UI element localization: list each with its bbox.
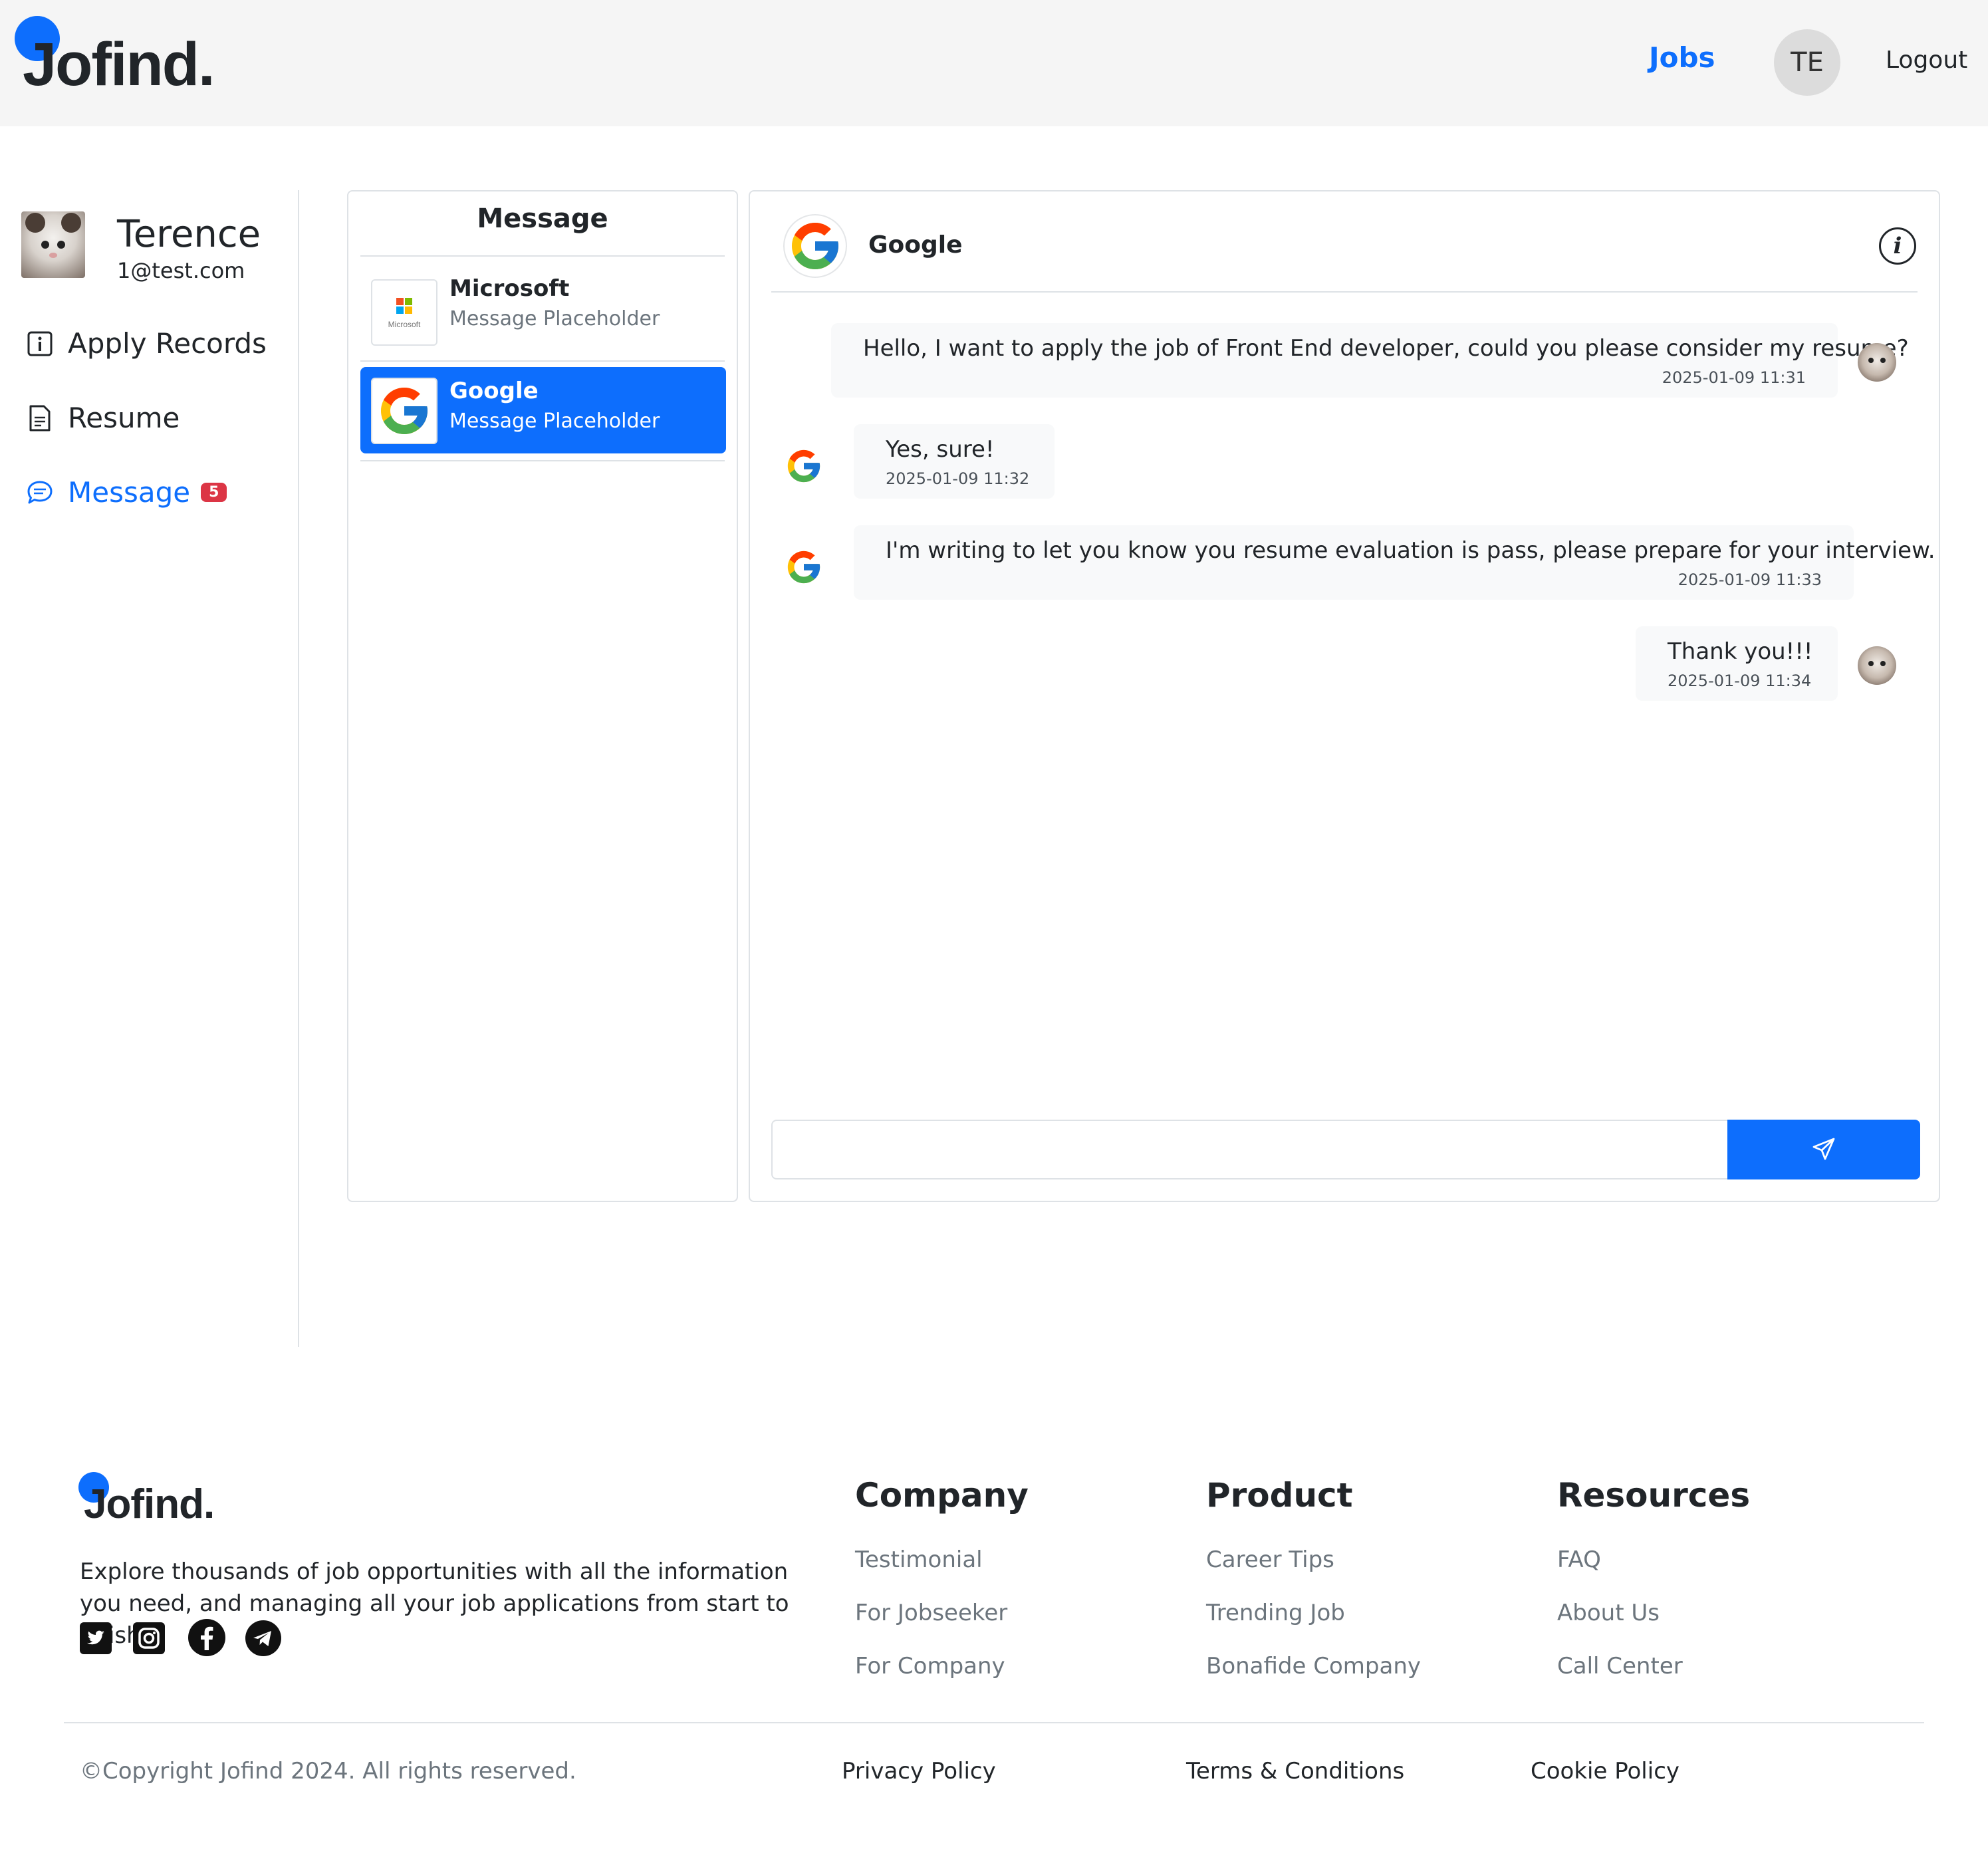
- google-logo: [371, 378, 437, 444]
- cookie-policy-link[interactable]: Cookie Policy: [1531, 1758, 1679, 1785]
- chat-message-incoming: I'm writing to let you know you resume e…: [854, 525, 1935, 600]
- conversation-name: Google: [449, 378, 539, 404]
- divider: [360, 360, 725, 362]
- unread-badge: 5: [201, 483, 227, 502]
- footer-link[interactable]: Career Tips: [1206, 1546, 1334, 1573]
- message-text: Yes, sure!: [886, 436, 995, 463]
- chat-message-incoming: Yes, sure! 2025-01-09 11:32: [854, 424, 1055, 499]
- sidebar-item-apply-records[interactable]: Apply Records: [25, 327, 267, 360]
- sidebar-item-label: Resume: [68, 402, 180, 434]
- info-circle-icon[interactable]: i: [1879, 227, 1916, 265]
- profile-email: 1@test.com: [117, 258, 245, 283]
- microsoft-logo: Microsoft: [371, 279, 437, 346]
- footer-jofind-logo[interactable]: Jofind.: [78, 1472, 225, 1532]
- sidebar-item-label: Message: [68, 476, 191, 509]
- footer-column-title: Resources: [1557, 1476, 1751, 1515]
- logout-link[interactable]: Logout: [1886, 47, 1967, 74]
- footer-link[interactable]: Trending Job: [1206, 1600, 1345, 1626]
- footer-link[interactable]: FAQ: [1557, 1546, 1601, 1573]
- sidebar-item-label: Apply Records: [68, 327, 267, 360]
- nav-jobs-link[interactable]: Jobs: [1649, 41, 1715, 74]
- twitter-icon[interactable]: [78, 1621, 113, 1656]
- conversation-preview: Message Placeholder: [449, 307, 660, 330]
- divider: [771, 291, 1918, 293]
- google-avatar-icon: [783, 547, 824, 588]
- footer-link[interactable]: About Us: [1557, 1600, 1660, 1626]
- footer-link[interactable]: Bonafide Company: [1206, 1653, 1421, 1679]
- footer-link[interactable]: For Company: [855, 1653, 1005, 1679]
- top-navbar: Jofind. Jobs TE Logout: [0, 0, 1988, 126]
- logo-text: Jofind.: [23, 31, 215, 98]
- conversation-list-title: Message: [477, 203, 608, 234]
- chat-icon: [25, 478, 55, 507]
- sidebar-item-message[interactable]: Message 5: [25, 476, 227, 509]
- message-time: 2025-01-09 11:32: [886, 469, 1030, 488]
- facebook-icon[interactable]: [187, 1618, 226, 1657]
- info-square-icon: [25, 329, 55, 358]
- chat-message-outgoing: Hello, I want to apply the job of Front …: [831, 323, 1909, 398]
- footer-link[interactable]: Testimonial: [855, 1546, 983, 1573]
- message-time: 2025-01-09 11:33: [1677, 570, 1822, 589]
- divider: [360, 460, 725, 461]
- user-avatar: [1858, 646, 1896, 685]
- google-avatar-icon: [783, 445, 824, 487]
- send-button[interactable]: [1727, 1120, 1920, 1179]
- message-time: 2025-01-09 11:31: [1662, 368, 1806, 387]
- sidebar-item-resume[interactable]: Resume: [25, 402, 180, 434]
- user-avatar-button[interactable]: TE: [1774, 29, 1840, 96]
- divider: [360, 255, 725, 257]
- message-text: I'm writing to let you know you resume e…: [886, 537, 1935, 564]
- jofind-logo[interactable]: Jofind.: [15, 16, 227, 102]
- chat-company-name: Google: [868, 231, 963, 259]
- profile-avatar: [21, 211, 85, 278]
- message-time: 2025-01-09 11:34: [1668, 672, 1812, 690]
- svg-text:Microsoft: Microsoft: [388, 320, 421, 329]
- conversation-item-google[interactable]: Google Message Placeholder: [360, 367, 726, 453]
- footer-link[interactable]: Call Center: [1557, 1653, 1683, 1679]
- sidebar: Terence 1@test.com Apply Records Resume …: [0, 190, 299, 1347]
- copyright-text: ©Copyright Jofind 2024. All rights reser…: [80, 1758, 576, 1785]
- instagram-icon[interactable]: [132, 1621, 166, 1656]
- user-avatar: [1858, 343, 1896, 382]
- conversation-item-microsoft[interactable]: Microsoft Microsoft Message Placeholder: [360, 265, 726, 351]
- telegram-icon[interactable]: [245, 1620, 282, 1657]
- message-input[interactable]: [771, 1120, 1727, 1179]
- chat-message-outgoing: Thank you!!! 2025-01-09 11:34: [1636, 626, 1838, 701]
- conversation-name: Microsoft: [449, 275, 570, 302]
- privacy-policy-link[interactable]: Privacy Policy: [842, 1758, 996, 1785]
- conversation-preview: Message Placeholder: [449, 410, 660, 433]
- conversation-list-panel: Message Microsoft Microsoft Message Plac…: [347, 190, 738, 1202]
- footer-column-title: Company: [855, 1476, 1029, 1515]
- footer-link[interactable]: For Jobseeker: [855, 1600, 1007, 1626]
- google-logo: [783, 214, 847, 278]
- document-icon: [25, 404, 55, 433]
- send-icon: [1811, 1136, 1836, 1164]
- profile-name: Terence: [117, 213, 261, 256]
- message-text: Hello, I want to apply the job of Front …: [863, 335, 1909, 362]
- message-text: Thank you!!!: [1668, 638, 1813, 665]
- chat-panel: Google i Hello, I want to apply the job …: [749, 190, 1940, 1202]
- terms-link[interactable]: Terms & Conditions: [1186, 1758, 1404, 1785]
- logo-text: Jofind.: [84, 1481, 215, 1527]
- footer-column-title: Product: [1206, 1476, 1353, 1515]
- divider: [64, 1722, 1924, 1723]
